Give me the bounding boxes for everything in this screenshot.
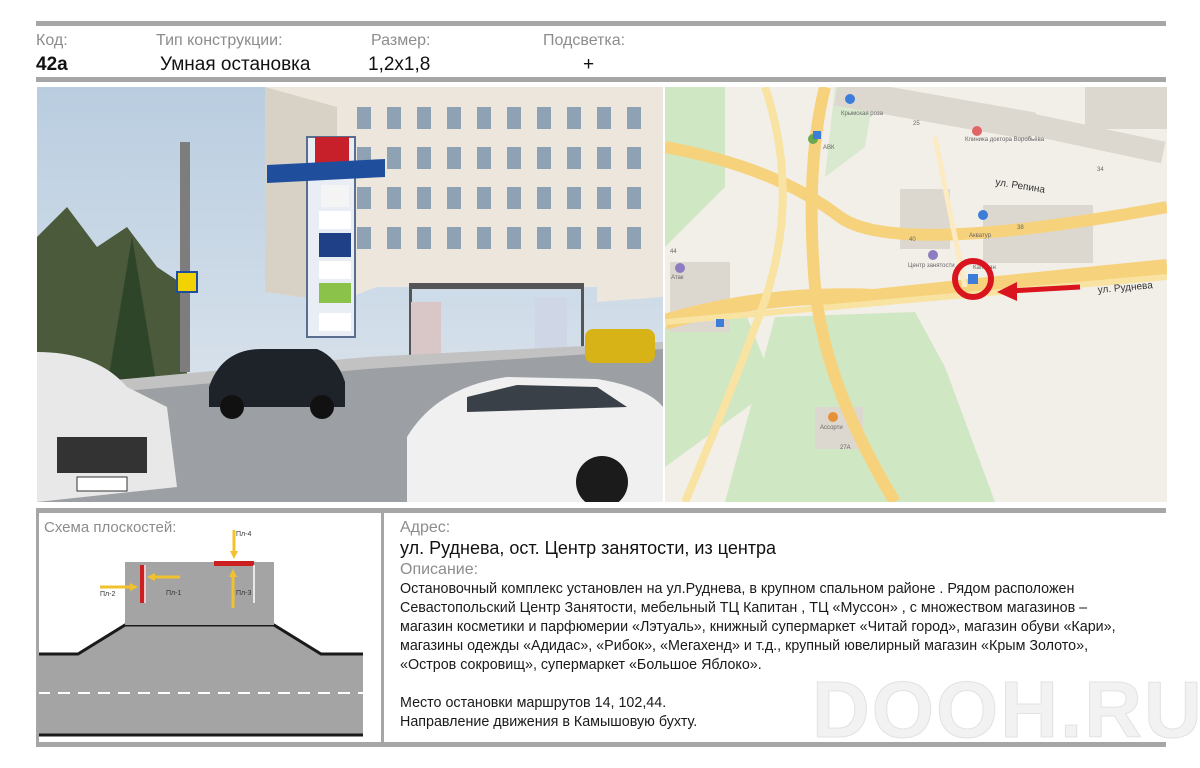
top-border: [36, 21, 1166, 26]
address-label: Адрес:: [400, 519, 451, 536]
bottom-border: [36, 742, 1166, 747]
type-label: Тип конструкции:: [156, 32, 283, 49]
address-value: ул. Руднева, ост. Центр занятости, из це…: [400, 538, 777, 558]
size-value: 1,2х1,8: [368, 54, 431, 75]
yellow-car: [585, 329, 655, 363]
light-label: Подсветка:: [543, 32, 626, 49]
direction-line: Направление движения в Камышовую бухту.: [400, 714, 698, 730]
map-svg: ул. Репина ул. Руднева Крымская роза Кли…: [665, 87, 1167, 502]
poi-crimean-rose: Крымская роза: [841, 111, 884, 117]
plane-4-mark: [214, 561, 254, 566]
type-value: Умная остановка: [160, 54, 311, 75]
panel-left-line: [36, 513, 39, 743]
description-line: Севастопольский Центр Занятости, мебельн…: [400, 600, 1088, 616]
house-40: 40: [909, 237, 916, 243]
street-photo-illustration: [37, 87, 663, 502]
poi-avk: АВК: [823, 145, 835, 151]
house-25: 25: [913, 121, 920, 127]
description-text: Остановочный комплекс установлен на ул.Р…: [400, 580, 1170, 732]
plane-label-1: Пл-1: [166, 590, 181, 597]
description-line: «Остров сокровищ», супермаркет «Большое …: [400, 657, 762, 673]
code-label: Код:: [36, 32, 68, 49]
panel-divider: [381, 513, 384, 743]
plane-label-4: Пл-4: [236, 531, 251, 538]
house-27a: 27А: [840, 445, 851, 451]
poi-clinic: Клиника доктора Воробьёва: [965, 137, 1045, 143]
description-label: Описание:: [400, 561, 479, 578]
middle-divider: [36, 508, 1166, 513]
poi-akvatur: Акватур: [969, 233, 992, 239]
house-44: 44: [670, 249, 677, 255]
plane-scheme: Пл-1 Пл-2 Пл-3 Пл-4: [38, 528, 363, 738]
plane-label-3: Пл-3: [236, 590, 251, 597]
location-map[interactable]: ул. Репина ул. Руднева Крымская роза Кли…: [665, 87, 1167, 502]
header-divider: [36, 77, 1166, 82]
bus-stop-icon: [968, 274, 978, 284]
routes-line: Место остановки маршрутов 14, 102,44.: [400, 695, 667, 711]
light-value: +: [583, 54, 595, 75]
plane-label-2: Пл-2: [100, 591, 115, 598]
poi-atak: Атак: [671, 275, 684, 281]
description-line: магазин косметики и парфюмерии «Лэтуаль»…: [400, 619, 1116, 635]
street-photo: [37, 87, 663, 502]
description-line: Остановочный комплекс установлен на ул.Р…: [400, 581, 1075, 597]
poi-assorti: Ассорти: [820, 425, 843, 431]
size-label: Размер:: [371, 32, 431, 49]
poi-employment-center: Центр занятости: [908, 263, 955, 269]
house-38: 38: [1017, 225, 1024, 231]
code-value: 42а: [36, 54, 68, 75]
description-line: магазины одежды «Адидас», «Рибок», «Мега…: [400, 638, 1089, 654]
house-34: 34: [1097, 167, 1104, 173]
